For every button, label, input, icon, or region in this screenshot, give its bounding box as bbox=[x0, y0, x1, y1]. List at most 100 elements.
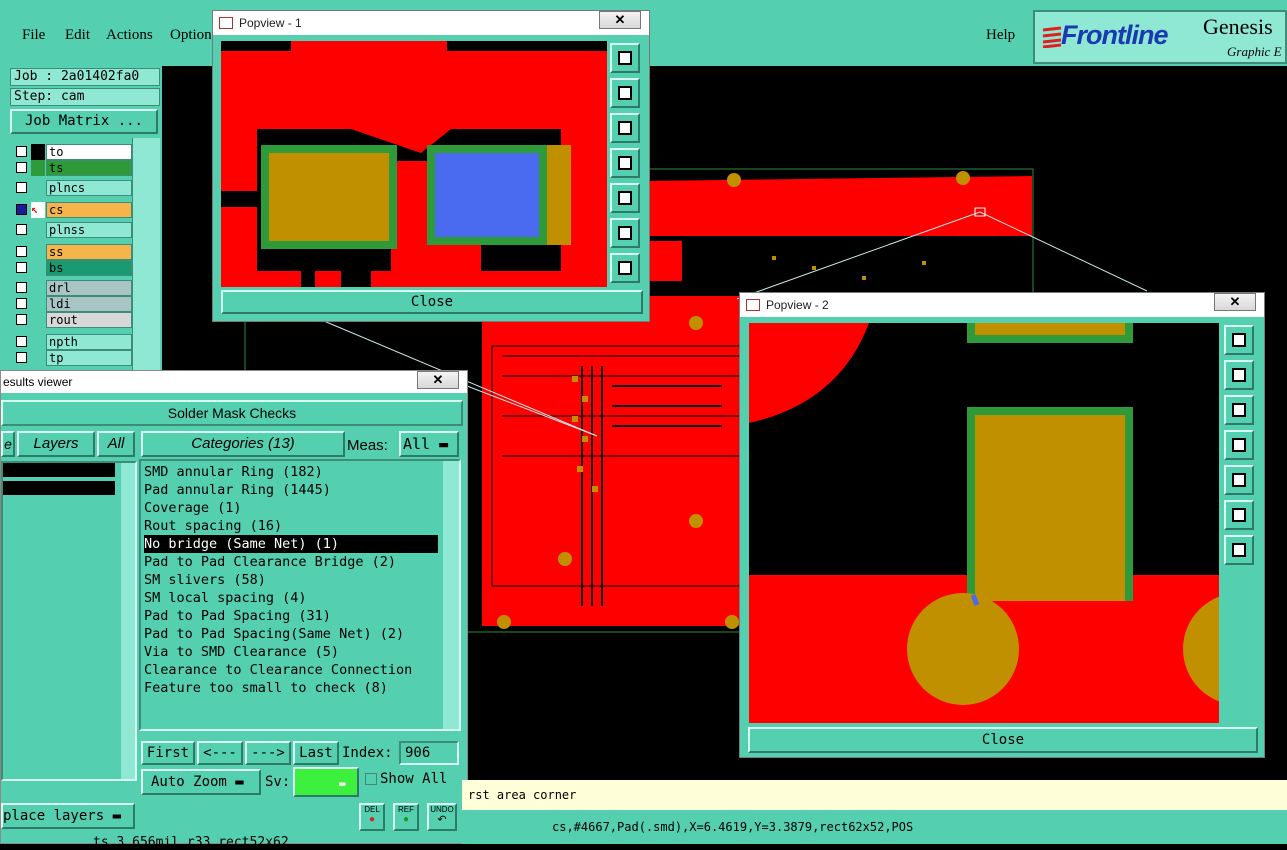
category-item[interactable]: Coverage (1) bbox=[144, 499, 242, 517]
menu-actions[interactable]: Actions bbox=[106, 27, 153, 44]
layer-row-ldi[interactable]: ldi bbox=[14, 296, 132, 312]
replace-layers-select[interactable]: place layers ▬ bbox=[1, 803, 135, 829]
layer-list-scrollbar[interactable] bbox=[121, 463, 135, 779]
layer-row-plnss[interactable]: plnss bbox=[14, 222, 132, 238]
list-item[interactable] bbox=[3, 463, 115, 477]
pan-right-icon[interactable] bbox=[1224, 465, 1254, 495]
layer-checkbox[interactable] bbox=[16, 146, 27, 157]
layers-all-button[interactable]: All bbox=[97, 431, 135, 457]
layer-swatch[interactable] bbox=[31, 144, 45, 160]
layer-row-tp[interactable]: tp bbox=[14, 350, 132, 366]
layer-checkbox[interactable] bbox=[16, 204, 27, 215]
layer-swatch[interactable] bbox=[31, 244, 45, 260]
layer-scrollbar[interactable] bbox=[132, 138, 160, 376]
category-item[interactable]: Pad to Pad Spacing(Same Net) (2) bbox=[144, 625, 404, 643]
del-button[interactable]: DEL ● bbox=[359, 803, 385, 831]
layer-swatch[interactable] bbox=[31, 350, 45, 366]
layer-checkbox[interactable] bbox=[16, 182, 27, 193]
layer-checkbox[interactable] bbox=[16, 162, 27, 173]
layer-swatch[interactable] bbox=[31, 296, 45, 312]
results-titlebar[interactable]: esults viewer bbox=[1, 371, 467, 393]
layer-checkbox[interactable] bbox=[16, 224, 27, 235]
zoom-fit-icon[interactable] bbox=[610, 43, 640, 73]
categories-button[interactable]: Categories (13) bbox=[141, 431, 345, 457]
category-item[interactable]: No bridge (Same Net) (1) bbox=[144, 535, 438, 553]
results-close-x-button[interactable]: ✕ bbox=[417, 371, 459, 389]
layer-name[interactable]: npth bbox=[46, 334, 132, 350]
layer-row-drl[interactable]: drl bbox=[14, 280, 132, 296]
zoom-out-icon[interactable] bbox=[1224, 535, 1254, 565]
layer-checkbox[interactable] bbox=[16, 314, 27, 325]
layer-swatch[interactable] bbox=[31, 312, 45, 328]
pan-left-icon[interactable] bbox=[610, 148, 640, 178]
layer-row-bs[interactable]: bs bbox=[14, 260, 132, 276]
layer-row-plncs[interactable]: plncs bbox=[14, 180, 132, 196]
next-button[interactable]: ---> bbox=[245, 741, 291, 765]
popview-2-close-button[interactable]: Close bbox=[748, 727, 1258, 753]
layer-name[interactable]: drl bbox=[46, 280, 132, 296]
zoom-in-icon[interactable] bbox=[610, 218, 640, 248]
layer-swatch[interactable] bbox=[31, 180, 45, 196]
category-item[interactable]: Via to SMD Clearance (5) bbox=[144, 643, 339, 661]
layer-swatch[interactable] bbox=[31, 334, 45, 350]
layer-swatch[interactable] bbox=[31, 222, 45, 238]
layer-swatch[interactable] bbox=[31, 160, 45, 176]
menu-help[interactable]: Help bbox=[986, 27, 1015, 44]
popview-1-close-x-button[interactable]: ✕ bbox=[599, 11, 641, 29]
layer-name[interactable]: ss bbox=[46, 244, 132, 260]
layer-checkbox[interactable] bbox=[16, 352, 27, 363]
category-item[interactable]: SM local spacing (4) bbox=[144, 589, 307, 607]
layer-name[interactable]: rout bbox=[46, 312, 132, 328]
pan-right-icon[interactable] bbox=[610, 183, 640, 213]
layer-checkbox[interactable] bbox=[16, 298, 27, 309]
layer-name[interactable]: ldi bbox=[46, 296, 132, 312]
pan-up-icon[interactable] bbox=[1224, 360, 1254, 390]
prev-button[interactable]: <--- bbox=[197, 741, 243, 765]
zoom-out-icon[interactable] bbox=[610, 253, 640, 283]
layer-name[interactable]: ts bbox=[46, 160, 132, 176]
category-item[interactable]: Pad to Pad Clearance Bridge (2) bbox=[144, 553, 396, 571]
pan-up-icon[interactable] bbox=[610, 78, 640, 108]
layer-name[interactable]: to bbox=[46, 144, 132, 160]
layer-checkbox[interactable] bbox=[16, 262, 27, 273]
layer-row-npth[interactable]: npth bbox=[14, 334, 132, 350]
undo-button[interactable]: UNDO ↶ bbox=[427, 803, 457, 831]
job-matrix-button[interactable]: Job Matrix ... bbox=[10, 109, 158, 134]
popview-2-canvas[interactable] bbox=[749, 323, 1219, 723]
menu-edit[interactable]: Edit bbox=[65, 27, 90, 44]
popview-2-titlebar[interactable]: Popview - 2 bbox=[740, 293, 1264, 317]
layer-row-to[interactable]: to bbox=[14, 144, 132, 160]
layer-name[interactable]: plncs bbox=[46, 180, 132, 196]
meas-select[interactable]: All ▬ bbox=[399, 431, 459, 457]
list-item[interactable] bbox=[3, 481, 115, 495]
ref-button[interactable]: REF ● bbox=[393, 803, 419, 831]
layers-button[interactable]: Layers bbox=[17, 431, 95, 457]
category-item[interactable]: Clearance to Clearance Connection bbox=[144, 661, 412, 679]
category-item[interactable]: Rout spacing (16) bbox=[144, 517, 282, 535]
popview-1-titlebar[interactable]: Popview - 1 bbox=[213, 11, 649, 35]
first-button[interactable]: First bbox=[141, 741, 195, 765]
popview-2-close-x-button[interactable]: ✕ bbox=[1214, 293, 1256, 311]
layer-result-list[interactable] bbox=[1, 461, 137, 781]
category-item[interactable]: Pad annular Ring (1445) bbox=[144, 481, 331, 499]
zoom-in-icon[interactable] bbox=[1224, 500, 1254, 530]
menu-file[interactable]: File bbox=[22, 27, 45, 44]
pan-left-icon[interactable] bbox=[1224, 430, 1254, 460]
category-item[interactable]: Pad to Pad Spacing (31) bbox=[144, 607, 331, 625]
pan-down-icon[interactable] bbox=[610, 113, 640, 143]
layer-name[interactable]: tp bbox=[46, 350, 132, 366]
layer-row-cs[interactable]: ↖ cs bbox=[14, 202, 132, 218]
pan-down-icon[interactable] bbox=[1224, 395, 1254, 425]
layer-swatch[interactable] bbox=[31, 260, 45, 276]
zoom-fit-icon[interactable] bbox=[1224, 325, 1254, 355]
layer-row-ts[interactable]: ts bbox=[14, 160, 132, 176]
show-all-checkbox[interactable] bbox=[365, 773, 377, 785]
last-button[interactable]: Last bbox=[293, 741, 339, 765]
popview-1-canvas[interactable] bbox=[221, 41, 607, 287]
popview-1-close-button[interactable]: Close bbox=[221, 290, 643, 314]
layer-swatch[interactable]: ↖ bbox=[31, 202, 45, 218]
category-item[interactable]: Feature too small to check (8) bbox=[144, 679, 388, 697]
auto-zoom-select[interactable]: Auto Zoom ▬ bbox=[141, 769, 261, 795]
category-item[interactable]: SMD annular Ring (182) bbox=[144, 463, 323, 481]
layer-row-ss[interactable]: ss bbox=[14, 244, 132, 260]
